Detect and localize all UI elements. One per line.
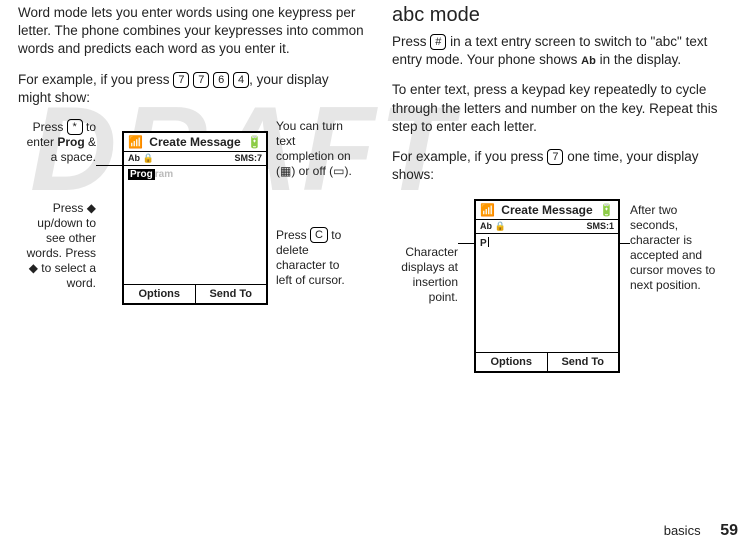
phone-status-left: Ab 🔒	[128, 153, 154, 164]
caption-press-nav: Press ◆ up/down to see other words. Pres…	[18, 201, 96, 291]
phone-status-bar: Ab 🔒 SMS:1	[476, 220, 618, 234]
right-paragraph-1: Press # in a text entry screen to switch…	[392, 33, 738, 69]
signal-icon: 📶	[128, 135, 143, 149]
phone-body: P	[476, 234, 618, 352]
softkey-options[interactable]: Options	[124, 285, 196, 303]
caption-after-two-seconds: After two seconds, character is accepted…	[630, 203, 722, 293]
leader-line	[96, 165, 122, 166]
phone-status-right: SMS:7	[234, 153, 262, 164]
key-6-icon: 6	[213, 72, 229, 88]
left-column: Word mode lets you enter words using one…	[18, 4, 364, 431]
key-hash-icon: #	[430, 34, 446, 50]
phone-title: Create Message	[147, 135, 243, 149]
page-footer: basics 59	[664, 522, 738, 540]
battery-icon: 🔋	[247, 135, 262, 149]
left-paragraph-1: Word mode lets you enter words using one…	[18, 4, 364, 59]
predicted-suffix: ram	[155, 169, 173, 180]
caption-press-star: Press * to enter Prog & a space.	[18, 119, 96, 165]
key-c-icon: C	[310, 227, 328, 243]
key-4-icon: 4	[233, 72, 249, 88]
highlighted-word: Prog	[128, 169, 155, 180]
key-star-icon: *	[67, 119, 83, 135]
completion-off-icon: ▭	[333, 164, 344, 178]
softkey-send-to[interactable]: Send To	[196, 285, 267, 303]
ab-indicator-icon: Ab	[581, 55, 596, 67]
phone-title-bar: 📶 Create Message 🔋	[476, 201, 618, 220]
phone-screen-left: 📶 Create Message 🔋 Ab 🔒 SMS:7 Program Op…	[122, 131, 268, 305]
footer-section: basics	[664, 523, 701, 538]
phone-softkeys: Options Send To	[476, 352, 618, 371]
caption-text-completion: You can turn text completion on (▦) or o…	[276, 119, 354, 179]
phone-status-left: Ab 🔒	[480, 221, 506, 232]
softkey-send-to[interactable]: Send To	[548, 353, 619, 371]
completion-on-icon: ▦	[280, 164, 291, 178]
phone-status-bar: Ab 🔒 SMS:7	[124, 152, 266, 166]
leader-line	[458, 243, 474, 244]
caption-press-c: Press C to delete character to left of c…	[276, 227, 356, 288]
phone-softkeys: Options Send To	[124, 284, 266, 303]
left-figure: Press * to enter Prog & a space. Press ◆…	[18, 119, 364, 349]
battery-icon: 🔋	[599, 203, 614, 217]
cursor-icon	[488, 237, 489, 247]
left-paragraph-2: For example, if you press 7 7 6 4, your …	[18, 71, 364, 107]
caption-char-insertion: Character displays at insertion point.	[392, 245, 458, 305]
phone-screen-right: 📶 Create Message 🔋 Ab 🔒 SMS:1 P Options …	[474, 199, 620, 373]
phone-status-right: SMS:1	[586, 221, 614, 232]
signal-icon: 📶	[480, 203, 495, 217]
left-p2-text-a: For example, if you press	[18, 72, 173, 87]
nav-key-icon: ◆	[29, 261, 38, 275]
phone-title-bar: 📶 Create Message 🔋	[124, 133, 266, 152]
phone-title: Create Message	[499, 203, 595, 217]
right-figure: Character displays at insertion point. 📶…	[392, 197, 738, 431]
phone-body: Program	[124, 166, 266, 284]
key-7-icon: 7	[547, 149, 563, 165]
right-paragraph-2: To enter text, press a keypad key repeat…	[392, 81, 738, 136]
right-paragraph-3: For example, if you press 7 one time, yo…	[392, 148, 738, 184]
typed-char: P	[480, 238, 487, 249]
leader-line	[620, 243, 630, 244]
key-7-icon: 7	[173, 72, 189, 88]
abc-mode-heading: abc mode	[392, 4, 738, 27]
nav-key-icon: ◆	[87, 201, 96, 215]
softkey-options[interactable]: Options	[476, 353, 548, 371]
right-column: abc mode Press # in a text entry screen …	[392, 4, 738, 431]
footer-page-number: 59	[720, 522, 738, 539]
key-7-icon: 7	[193, 72, 209, 88]
